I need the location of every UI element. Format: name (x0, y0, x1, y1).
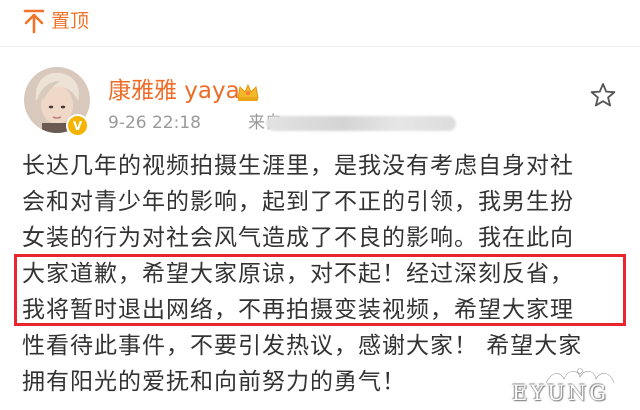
post-text-line: 会和对青少年的影响，起到了不正的引领，我男生扮 (22, 189, 574, 215)
author-name[interactable]: 康雅雅 yaya (108, 76, 240, 106)
star-icon[interactable] (590, 82, 616, 108)
watermark-text: EYUNG (512, 381, 610, 405)
crown-icon (237, 83, 259, 101)
top-bar: 置顶 (0, 0, 640, 47)
highlight-box (14, 254, 626, 326)
post-text-line: 拥有阳光的爱抚和向前努力的勇气！ (22, 369, 406, 395)
pin-top-label[interactable]: 置顶 (51, 7, 89, 35)
blurred-source-device (266, 116, 456, 131)
verified-badge-icon: V (66, 114, 89, 137)
svg-text:V: V (73, 119, 83, 133)
post-text-line: 女装的行为对社会风气造成了不良的影响。我在此向 (22, 225, 574, 251)
post-text-line: 长达几年的视频拍摄生涯里，是我没有考虑自身对社 (22, 153, 574, 179)
post-time: 9-26 22:18 (108, 113, 201, 133)
post-text-line: 性看待此事件，不要引发热议，感谢大家！ 希望大家 (22, 333, 583, 359)
pin-top-icon[interactable] (22, 8, 46, 34)
